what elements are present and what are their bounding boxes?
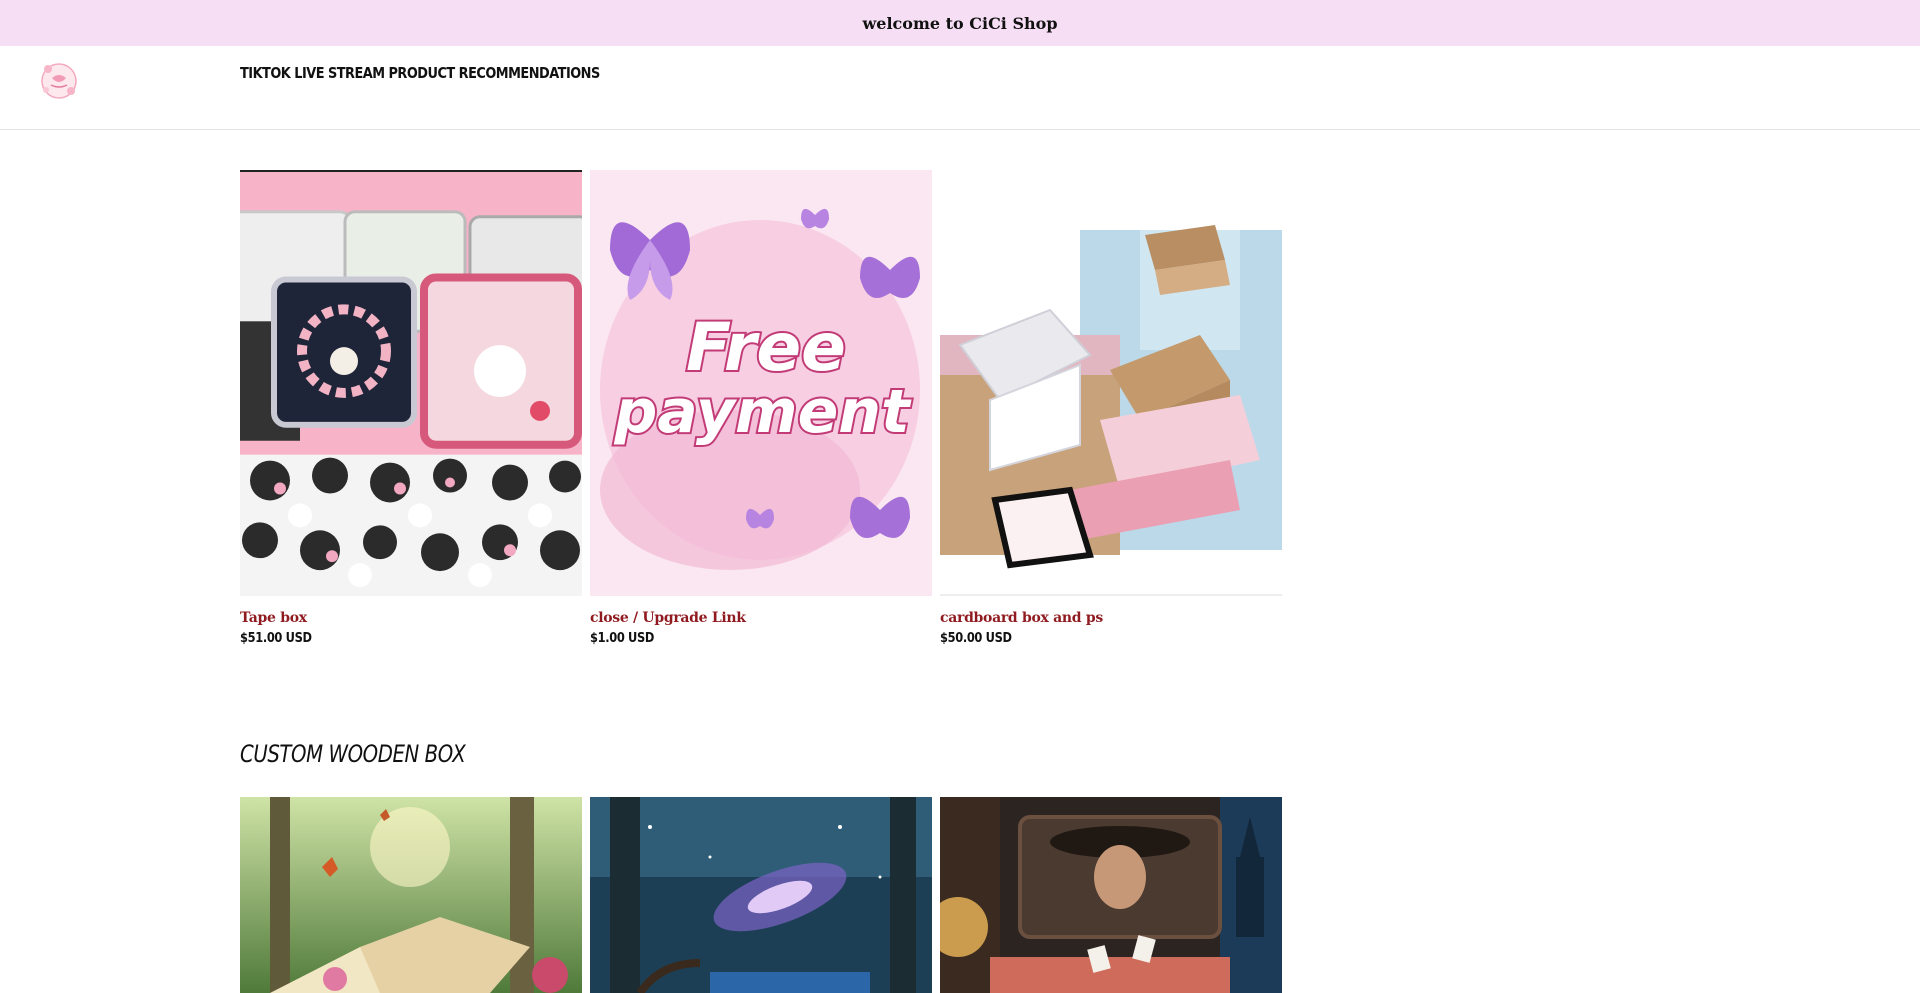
- svg-text:payment: payment: [613, 377, 912, 447]
- product-image-forest-butterfly-box[interactable]: [240, 797, 582, 993]
- product-price: $51.00 USD: [240, 631, 312, 646]
- cici-shop-logo-icon[interactable]: [38, 60, 80, 102]
- site-header: TIKTOK LIVE STREAM PRODUCT RECOMMENDATIO…: [0, 46, 1920, 130]
- product-image-galaxy-forest-box[interactable]: [590, 797, 932, 993]
- announcement-bar: welcome to CiCi Shop: [0, 0, 1920, 46]
- product-title[interactable]: close / Upgrade Link: [590, 610, 932, 626]
- announcement-text: welcome to CiCi Shop: [862, 13, 1058, 33]
- nav-link-tiktok-recommendations[interactable]: TIKTOK LIVE STREAM PRODUCT RECOMMENDATIO…: [240, 64, 600, 82]
- product-image-free-payment[interactable]: Free payment: [590, 170, 932, 596]
- product-price: $50.00 USD: [940, 631, 1012, 646]
- product-image-victorian-portrait-box[interactable]: [940, 797, 1282, 993]
- product-card[interactable]: Free payment close / Upgrade Link $1.00 …: [590, 170, 932, 646]
- product-title[interactable]: Tape box: [240, 610, 582, 626]
- product-title[interactable]: cardboard box and ps: [940, 610, 1282, 626]
- section-heading-custom-wooden-box: CUSTOM WOODEN BOX: [240, 740, 466, 768]
- wooden-box-grid: [240, 797, 1282, 993]
- product-grid: Tape box $51.00 USD Free payment close /…: [240, 170, 1282, 646]
- product-card[interactable]: cardboard box and ps $50.00 USD: [940, 170, 1282, 646]
- product-image-mailer-boxes[interactable]: [940, 170, 1282, 596]
- product-image-tin-boxes[interactable]: [240, 170, 582, 596]
- svg-text:Free: Free: [686, 309, 846, 386]
- product-card[interactable]: Tape box $51.00 USD: [240, 170, 582, 646]
- product-price: $1.00 USD: [590, 631, 655, 646]
